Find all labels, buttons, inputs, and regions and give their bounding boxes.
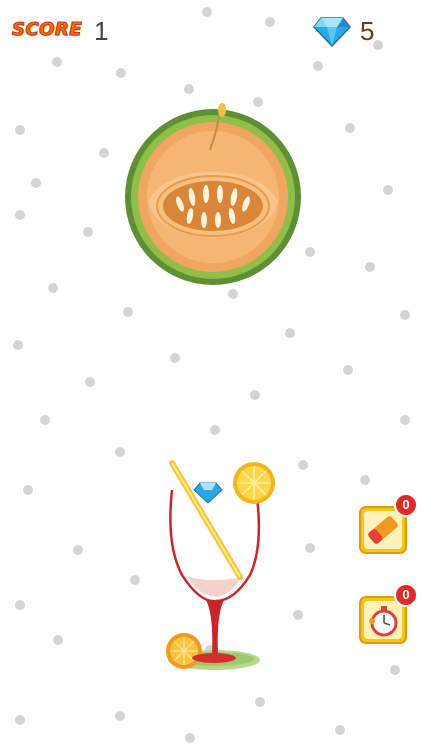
score-label: SCORE [11, 19, 83, 41]
diamond-icon [313, 17, 351, 48]
score-value: 1 [94, 16, 109, 46]
cantaloupe-half-icon[interactable] [118, 100, 308, 290]
gem-count: 5 [360, 16, 375, 46]
cocktail-glass-icon [166, 460, 275, 670]
stopwatch-powerup-button[interactable]: 0 [358, 583, 418, 645]
eraser-count-badge: 0 [394, 493, 418, 517]
eraser-powerup-button[interactable]: 0 [358, 493, 418, 555]
stopwatch-count-badge: 0 [394, 583, 418, 607]
